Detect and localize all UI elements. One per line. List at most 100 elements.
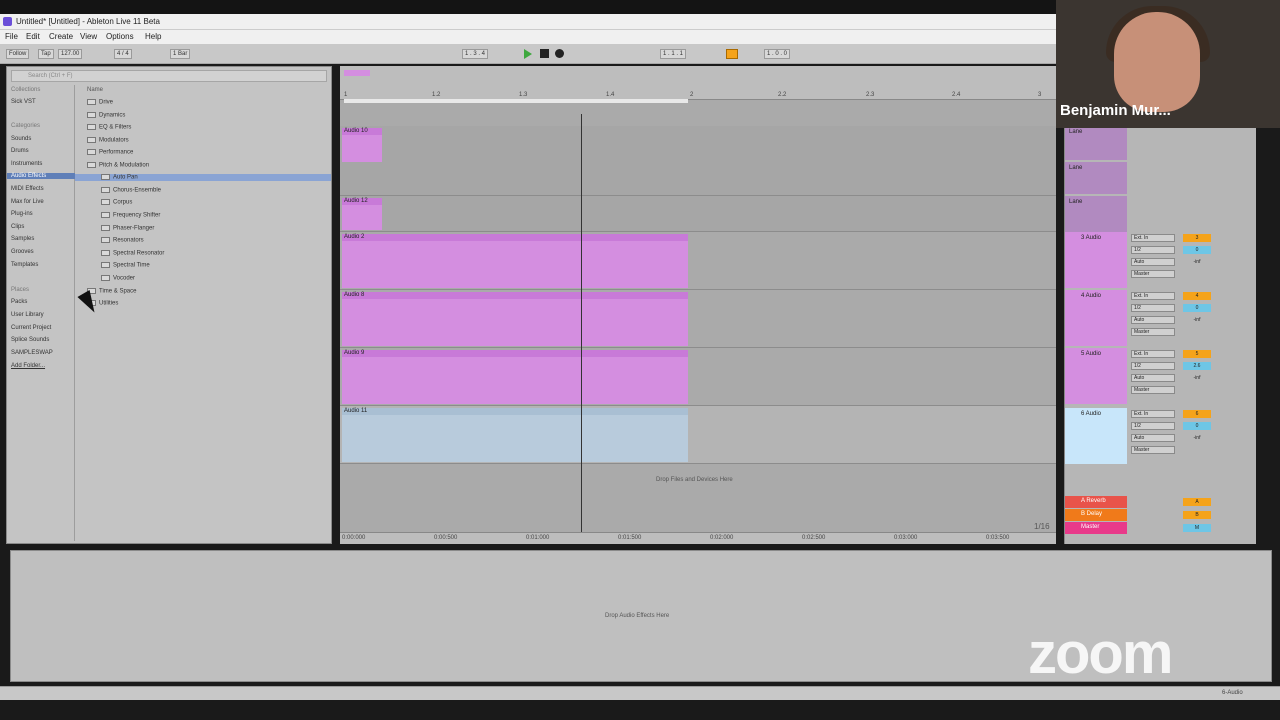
track-activator[interactable]: 3 xyxy=(1183,234,1211,242)
audio-clip[interactable]: Audio 8 xyxy=(342,292,688,346)
browser-item[interactable]: Phaser-Flanger xyxy=(101,225,154,232)
input-type-select[interactable]: Ext. In xyxy=(1131,350,1175,358)
loop-brace[interactable] xyxy=(344,99,688,103)
browser-item[interactable]: Vocoder xyxy=(101,275,135,282)
input-channel-select[interactable]: 1/2 xyxy=(1131,304,1175,312)
category-audio-effects[interactable]: Audio Effects xyxy=(7,173,75,179)
tap-button[interactable]: Tap xyxy=(38,49,54,59)
track-activator[interactable]: 6 xyxy=(1183,410,1211,418)
volume-field[interactable]: 2.6 xyxy=(1183,362,1211,370)
browser-item[interactable]: Pitch & Modulation xyxy=(87,162,149,169)
add-folder-link[interactable]: Add Folder... xyxy=(11,363,45,369)
tempo-field[interactable]: 127.00 xyxy=(58,49,83,59)
name-column-header[interactable]: Name xyxy=(87,87,103,93)
place-splice-sounds[interactable]: Splice Sounds xyxy=(11,337,49,343)
menu-create[interactable]: Create xyxy=(49,32,73,41)
category-clips[interactable]: Clips xyxy=(11,224,24,230)
volume-field[interactable]: 0 xyxy=(1183,422,1211,430)
category-sounds[interactable]: Sounds xyxy=(11,136,31,142)
menu-view[interactable]: View xyxy=(80,32,97,41)
category-grooves[interactable]: Grooves xyxy=(11,249,34,255)
return-track-a[interactable]: A Reverb xyxy=(1065,496,1127,508)
monitor-select[interactable]: Auto xyxy=(1131,258,1175,266)
master-activator[interactable]: M xyxy=(1183,524,1211,532)
lane-header[interactable]: Lane xyxy=(1065,196,1127,232)
collection-sick-vst[interactable]: Sick VST xyxy=(11,99,36,105)
zoom-quantization[interactable]: 1/16 xyxy=(1034,522,1050,531)
place-user-library[interactable]: User Library xyxy=(11,312,44,318)
lane-header[interactable]: Lane xyxy=(1065,162,1127,194)
browser-item[interactable]: Spectral Time xyxy=(101,262,150,269)
input-channel-select[interactable]: 1/2 xyxy=(1131,422,1175,430)
place-current-project[interactable]: Current Project xyxy=(11,325,51,331)
track-lane[interactable] xyxy=(340,196,1056,232)
track-header-5[interactable]: 5 Audio xyxy=(1065,348,1127,404)
category-instruments[interactable]: Instruments xyxy=(11,161,42,167)
output-select[interactable]: Master xyxy=(1131,446,1175,454)
search-input[interactable]: Search (Ctrl + F) xyxy=(11,70,327,82)
audio-clip[interactable]: Audio 9 xyxy=(342,350,688,404)
browser-item[interactable]: Frequency Shifter xyxy=(101,212,160,219)
track-header-4[interactable]: 4 Audio xyxy=(1065,290,1127,346)
browser-item[interactable]: Time & Space xyxy=(87,288,136,295)
browser-item[interactable]: Dynamics xyxy=(87,112,125,119)
menu-file[interactable]: File xyxy=(5,32,18,41)
monitor-select[interactable]: Auto xyxy=(1131,434,1175,442)
browser-item[interactable]: Chorus-Ensemble xyxy=(101,187,161,194)
browser-item[interactable]: Spectral Resonator xyxy=(101,250,164,257)
category-midi-effects[interactable]: MIDI Effects xyxy=(11,186,44,192)
output-select[interactable]: Master xyxy=(1131,328,1175,336)
browser-item[interactable]: Resonators xyxy=(101,237,144,244)
monitor-select[interactable]: Auto xyxy=(1131,316,1175,324)
loop-length-field[interactable]: 1 . 0 . 0 xyxy=(764,49,791,59)
time-ruler[interactable]: 0:00:000 0:00:500 0:01:000 0:01:500 0:02… xyxy=(340,532,1056,544)
quantize-select[interactable]: 1 Bar xyxy=(170,49,191,59)
track-activator[interactable]: 5 xyxy=(1183,350,1211,358)
follow-button[interactable]: Follow xyxy=(6,49,30,59)
lane-header[interactable]: Lane xyxy=(1065,126,1127,160)
beat-ruler[interactable]: 1 1.2 1.3 1.4 2 2.2 2.3 2.4 3 xyxy=(340,66,1056,103)
volume-field[interactable]: 0 xyxy=(1183,246,1211,254)
category-templates[interactable]: Templates xyxy=(11,262,38,268)
audio-clip[interactable]: Audio 2 xyxy=(342,234,688,288)
stop-icon[interactable] xyxy=(540,49,549,58)
loop-switch-icon[interactable] xyxy=(726,49,738,59)
category-plugins[interactable]: Plug-ins xyxy=(11,211,33,217)
loop-start-field[interactable]: 1 . 1 . 1 xyxy=(660,49,687,59)
record-icon[interactable] xyxy=(555,49,564,58)
browser-item[interactable]: Drive xyxy=(87,99,113,106)
browser-item[interactable]: Performance xyxy=(87,149,133,156)
place-packs[interactable]: Packs xyxy=(11,299,27,305)
return-activator[interactable]: B xyxy=(1183,511,1211,519)
category-max-for-live[interactable]: Max for Live xyxy=(11,199,44,205)
input-type-select[interactable]: Ext. In xyxy=(1131,292,1175,300)
playhead[interactable] xyxy=(581,114,582,538)
track-header-6[interactable]: 6 Audio xyxy=(1065,408,1127,464)
input-type-select[interactable]: Ext. In xyxy=(1131,234,1175,242)
play-icon[interactable] xyxy=(524,49,532,59)
menu-options[interactable]: Options xyxy=(106,32,134,41)
output-select[interactable]: Master xyxy=(1131,270,1175,278)
track-header-3[interactable]: 3 Audio xyxy=(1065,232,1127,288)
browser-item-selected[interactable]: Auto Pan xyxy=(75,174,331,181)
output-select[interactable]: Master xyxy=(1131,386,1175,394)
signature-field[interactable]: 4 / 4 xyxy=(114,49,132,59)
place-sampleswap[interactable]: SAMPLESWAP xyxy=(11,350,53,356)
master-track[interactable]: Master xyxy=(1065,522,1127,534)
input-channel-select[interactable]: 1/2 xyxy=(1131,246,1175,254)
audio-clip[interactable]: Audio 10 xyxy=(342,128,382,162)
menu-help[interactable]: Help xyxy=(145,32,161,41)
browser-item[interactable]: EQ & Filters xyxy=(87,124,131,131)
position-field[interactable]: 1 . 3 . 4 xyxy=(462,49,489,59)
input-type-select[interactable]: Ext. In xyxy=(1131,410,1175,418)
category-drums[interactable]: Drums xyxy=(11,148,29,154)
category-samples[interactable]: Samples xyxy=(11,236,34,242)
audio-clip[interactable]: Audio 12 xyxy=(342,198,382,230)
track-lane[interactable] xyxy=(340,126,1056,196)
return-activator[interactable]: A xyxy=(1183,498,1211,506)
volume-field[interactable]: 0 xyxy=(1183,304,1211,312)
monitor-select[interactable]: Auto xyxy=(1131,374,1175,382)
browser-item[interactable]: Modulators xyxy=(87,137,129,144)
menu-edit[interactable]: Edit xyxy=(26,32,40,41)
track-activator[interactable]: 4 xyxy=(1183,292,1211,300)
